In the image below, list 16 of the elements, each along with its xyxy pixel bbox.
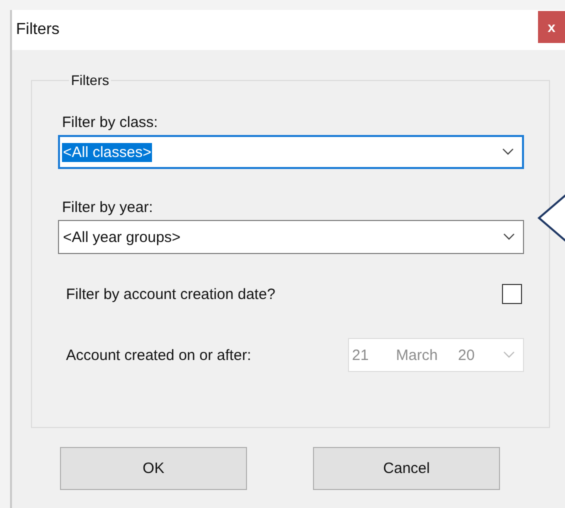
cancel-button[interactable]: Cancel — [313, 447, 500, 490]
chevron-down-icon — [503, 351, 515, 359]
dropdown-field[interactable]: <All year groups> — [58, 220, 524, 254]
field-label: Filter by class: — [62, 114, 159, 131]
field-label: Account created on or after: — [66, 346, 252, 364]
checkbox[interactable] — [502, 284, 522, 304]
chevron-down-icon — [502, 148, 514, 156]
window-title: Filters — [16, 21, 60, 39]
group-title: Filters — [70, 72, 110, 88]
close-button[interactable]: x — [538, 11, 565, 43]
checkbox-label: Filter by account creation date? — [66, 286, 276, 302]
callout-drawing — [537, 193, 565, 243]
dropdown-field[interactable]: <All classes> — [58, 135, 524, 169]
chevron-down-icon — [503, 233, 515, 241]
ok-button[interactable]: OK — [60, 447, 247, 490]
field-label: Filter by year: — [62, 199, 154, 216]
